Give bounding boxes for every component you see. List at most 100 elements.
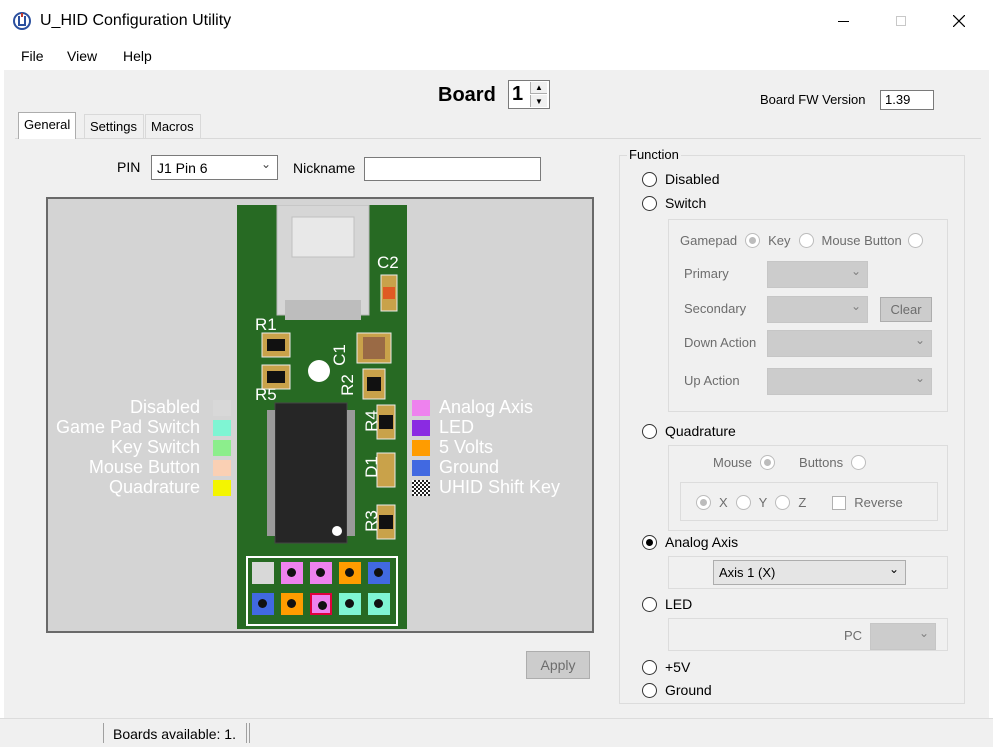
legend-label: Disabled [129, 397, 200, 417]
down-action-select[interactable]: ⌄ [767, 330, 932, 357]
radio-plus5v[interactable]: +5V [642, 659, 690, 675]
pin-top-2[interactable] [281, 562, 303, 584]
radio-button[interactable] [642, 659, 657, 675]
up-action-label: Up Action [684, 373, 740, 388]
pin-top-4[interactable] [339, 562, 361, 584]
radio-quadrature[interactable]: Quadrature [642, 423, 736, 439]
radio-ground[interactable]: Ground [642, 682, 712, 698]
legend-label: UHID Shift Key [439, 477, 561, 497]
chevron-down-icon: ⌄ [918, 626, 929, 640]
pin-label: PIN [117, 159, 141, 175]
tab-general[interactable]: General [18, 112, 77, 139]
board-number-spinner[interactable]: 1 ▲ ▼ [508, 80, 550, 109]
pin-top-1[interactable] [252, 562, 274, 584]
radio-button[interactable] [642, 682, 657, 698]
radio-led[interactable]: LED [642, 596, 692, 612]
silkscreen-r1: R1 [255, 315, 277, 334]
pin-top-3[interactable] [310, 562, 332, 584]
chevron-down-icon: ⌄ [850, 264, 861, 278]
switch-type-row: Gamepad Key Mouse Button [680, 233, 931, 248]
pc-label: PC [844, 628, 863, 643]
pin-bottom-2[interactable] [281, 593, 303, 615]
apply-button[interactable]: Apply [526, 651, 590, 679]
nickname-label: Nickname [293, 160, 356, 176]
legend-label: Mouse Button [88, 457, 200, 477]
pcb-image: C2 R1 C1 R2 R5 R4 D1 R3 [237, 205, 407, 629]
legend-label: Quadrature [108, 477, 200, 497]
up-action-select[interactable]: ⌄ [767, 368, 932, 395]
buttons-label: Buttons [799, 455, 844, 470]
legend-label: Ground [439, 457, 500, 477]
legend-label: Game Pad Switch [55, 417, 200, 437]
primary-label: Primary [684, 266, 729, 281]
silkscreen-d1: D1 [361, 456, 381, 478]
radio-button[interactable] [642, 534, 657, 550]
gamepad-radio[interactable] [745, 233, 761, 248]
gamepad-label: Gamepad [680, 233, 738, 248]
spinner-up-button[interactable]: ▲ [530, 82, 547, 94]
pin-hole [318, 601, 327, 610]
pin-hole [345, 599, 354, 608]
menu-view[interactable]: View [67, 48, 97, 64]
mouse-button-radio[interactable] [907, 233, 923, 248]
radio-button[interactable] [642, 423, 657, 439]
radio-switch[interactable]: Switch [642, 195, 706, 211]
maximize-button[interactable] [878, 0, 924, 42]
pin-bottom-1[interactable] [252, 593, 274, 615]
clear-button[interactable]: Clear [880, 297, 932, 322]
pin-bottom-5[interactable] [368, 593, 390, 615]
secondary-select[interactable]: ⌄ [767, 296, 868, 323]
radio-button[interactable] [642, 596, 657, 612]
z-radio[interactable] [775, 495, 791, 510]
key-radio[interactable] [798, 233, 814, 248]
nickname-input[interactable] [364, 157, 541, 181]
legend-swatch [412, 400, 430, 416]
axis-row: X Y Z Reverse [696, 495, 903, 510]
pin-bottom-3[interactable] [310, 593, 332, 615]
legend-swatch [412, 420, 430, 436]
radio-ground-label: Ground [665, 682, 712, 698]
legend-label: 5 Volts [439, 437, 494, 457]
spinner-down-button[interactable]: ▼ [530, 95, 547, 107]
radio-plus5v-label: +5V [665, 659, 691, 675]
chevron-down-icon: ⌄ [914, 371, 925, 385]
tab-macros[interactable]: Macros [145, 114, 201, 138]
minimize-button[interactable] [820, 0, 866, 42]
pin-hole [374, 599, 383, 608]
pin-header [252, 562, 392, 622]
secondary-label: Secondary [684, 301, 747, 316]
tab-settings[interactable]: Settings [84, 114, 144, 138]
status-separator [246, 723, 250, 743]
pin-top-5[interactable] [368, 562, 390, 584]
radio-button[interactable] [642, 195, 657, 211]
key-label: Key [768, 233, 791, 248]
y-radio[interactable] [735, 495, 751, 510]
radio-button[interactable] [642, 171, 657, 187]
minimize-icon [837, 20, 849, 22]
reverse-checkbox[interactable] [832, 495, 847, 510]
analog-axis-select[interactable]: Axis 1 (X) ⌄ [713, 560, 906, 585]
pin-hole [287, 568, 296, 577]
menu-file[interactable]: File [21, 48, 44, 64]
pin-hole [287, 599, 296, 608]
y-label: Y [758, 495, 768, 510]
x-radio[interactable] [696, 495, 711, 510]
fw-version-field: 1.39 [880, 90, 934, 110]
primary-select[interactable]: ⌄ [767, 261, 868, 288]
board-label: Board [438, 84, 496, 106]
chevron-down-icon: ⌄ [888, 562, 899, 576]
pin-select[interactable]: J1 Pin 6 ⌄ [151, 155, 278, 180]
radio-analog-axis[interactable]: Analog Axis [642, 534, 738, 550]
menu-help[interactable]: Help [123, 48, 152, 64]
pin-bottom-4[interactable] [339, 593, 361, 615]
radio-disabled[interactable]: Disabled [642, 171, 719, 187]
buttons-radio[interactable] [851, 455, 867, 470]
pin-select-value: J1 Pin 6 [157, 160, 208, 176]
close-icon [953, 15, 965, 27]
pc-select[interactable]: ⌄ [870, 623, 936, 650]
mouse-radio[interactable] [760, 455, 776, 470]
reverse-label: Reverse [854, 495, 903, 510]
legend-swatch [213, 480, 231, 496]
close-button[interactable] [936, 0, 982, 42]
quadrature-type-row: Mouse Buttons [713, 455, 874, 470]
